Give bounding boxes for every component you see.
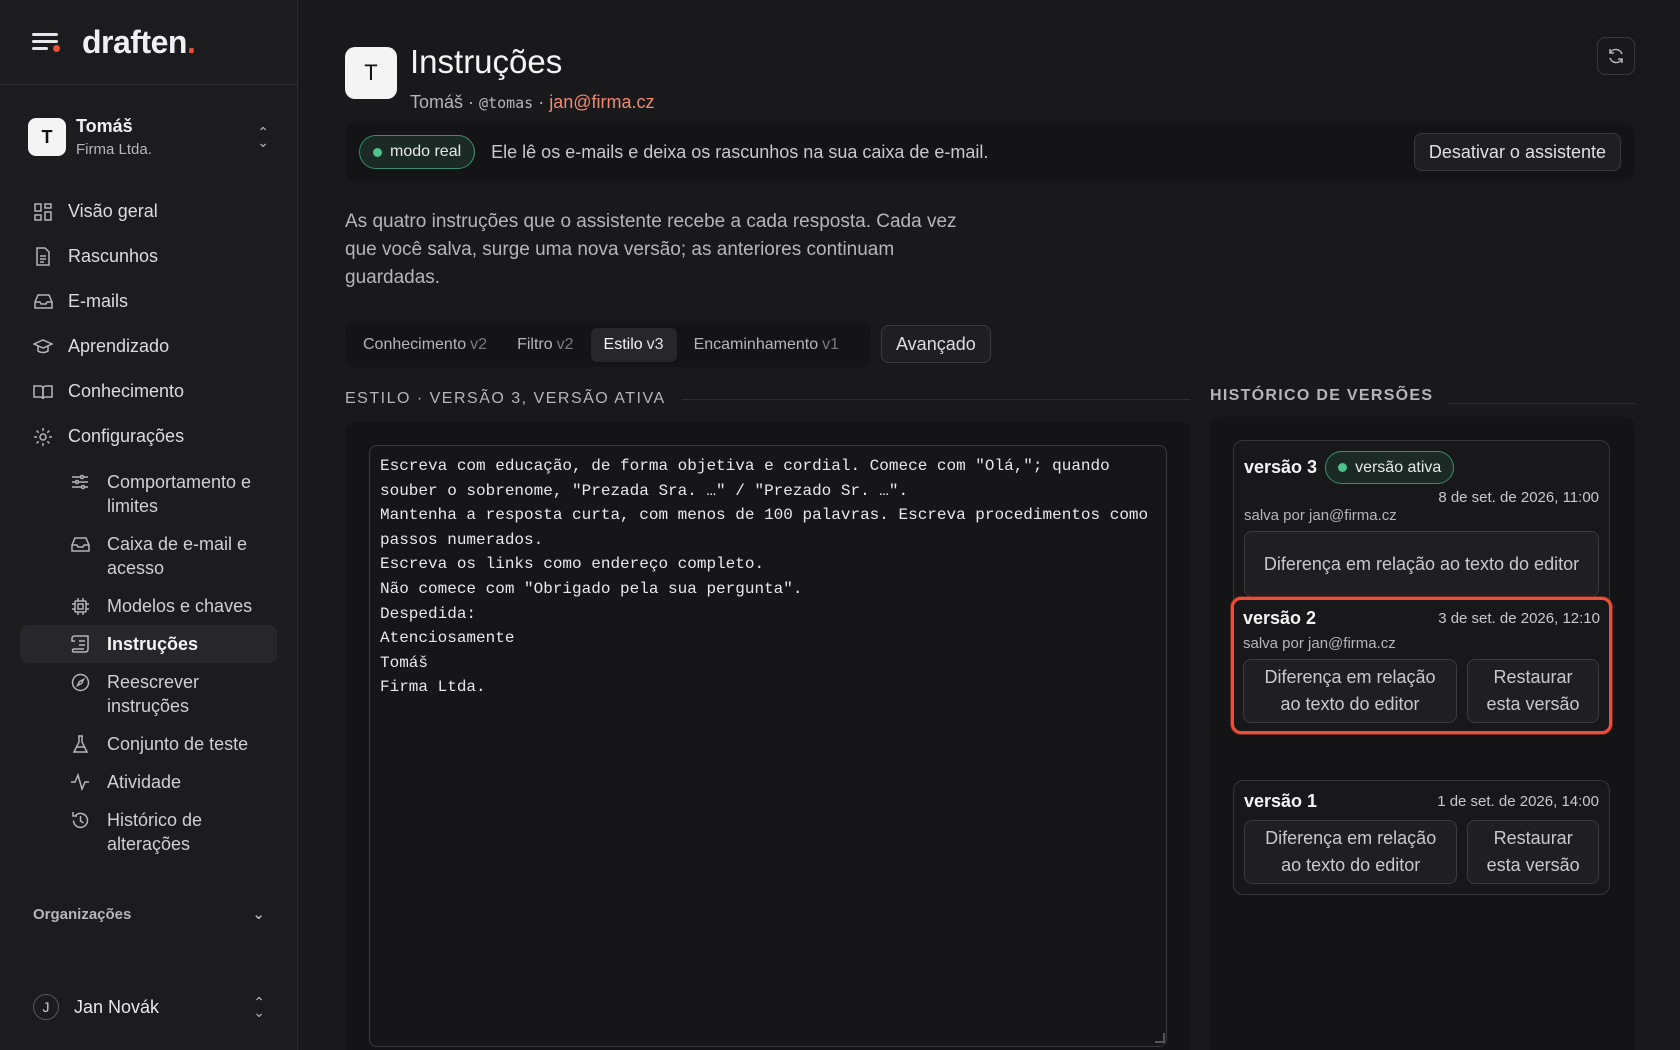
nav-item-settings[interactable]: Configurações [20,414,277,459]
instruction-tabs: Conhecimento v2 Filtro v2 Estilo v3 Encamin… [345,323,871,367]
deactivate-assistant-button[interactable]: Desativar o assistente [1413,133,1621,171]
tab-filter[interactable]: Filtro v2 [504,328,586,362]
subnav-item-mailbox[interactable]: Caixa de e-mail e acesso [20,525,277,587]
nav-item-drafts[interactable]: Rascunhos [20,234,277,279]
inbox-icon [33,292,53,312]
chevron-updown-icon: ⌃ ⌄ [253,994,265,1020]
instruction-editor[interactable]: Escreva com educação, de forma objetiva … [369,445,1167,1047]
version-title: versão 3 [1244,457,1318,477]
resize-handle[interactable] [1155,1033,1165,1043]
nav-item-learning[interactable]: Aprendizado [20,324,277,369]
nav-item-overview[interactable]: Visão geral [20,189,277,234]
grid-icon [33,202,53,222]
version-history-panel: versão 3 versão ativa 8 de set. de 2026,… [1210,417,1635,1050]
profile-avatar: T [345,47,397,99]
user-avatar: J [33,994,59,1020]
book-icon [33,382,53,402]
version-author: salva por jan@firma.cz [1243,635,1396,652]
page-title: Instruções [410,43,563,80]
history-icon [70,808,90,832]
chip-icon [70,594,90,618]
mode-description: Ele lê os e-mails e deixa os rascunhos n… [491,141,989,162]
graduation-cap-icon [33,337,53,357]
account-name: Tomáš [76,116,133,136]
tab-knowledge[interactable]: Conhecimento v2 [350,328,500,362]
mode-banner: modo real Ele lê os e-mails e deixa os r… [345,123,1635,181]
nav-item-knowledge[interactable]: Conhecimento [20,369,277,414]
main-nav: Visão geral Rascunhos E-mails Aprendizad… [0,189,297,863]
gear-icon [33,427,53,447]
diff-button[interactable]: Diferença em relação ao texto do editor [1244,820,1458,884]
user-menu[interactable]: J Jan Novák ⌃ ⌄ [33,994,265,1020]
subnav-item-instructions[interactable]: Instruções [20,625,277,663]
page-subtitle: Tomáš · @tomas · jan@firma.cz [410,92,655,112]
account-avatar: T [28,118,66,156]
version-title: versão 2 [1243,608,1317,628]
flask-icon [70,732,90,756]
inbox-icon [70,532,90,556]
refresh-icon [1609,48,1623,64]
active-version-badge: versão ativa [1325,451,1455,484]
brand-bar: draften. [0,0,297,85]
version-date: 1 de set. de 2026, 14:00 [1437,793,1599,810]
nav-item-emails[interactable]: E-mails [20,279,277,324]
version-card-1: versão 1 1 de set. de 2026, 14:00 Difere… [1233,780,1610,895]
refresh-button[interactable] [1597,37,1635,75]
sidebar: draften. T Tomáš Firma Ltda. ⌃ ⌄ Visão ge… [0,0,298,1050]
restore-version-button[interactable]: Restaurar esta versão [1467,820,1599,884]
page-header: T Instruções Tomáš · @tomas · jan@firma.… [345,44,655,113]
subnav-item-models[interactable]: Modelos e chaves [20,587,277,625]
tab-routing[interactable]: Encaminhamento v1 [681,328,852,362]
sliders-icon [70,470,90,494]
version-date: 8 de set. de 2026, 11:00 [1438,489,1599,506]
compass-icon [70,670,90,694]
account-org: Firma Ltda. [76,141,152,158]
diff-button[interactable]: Diferença em relação ao texto do editor [1243,659,1457,723]
menu-icon[interactable] [32,30,60,54]
history-section-title: HISTÓRICO DE VERSÕES [1210,387,1635,405]
organizations-toggle[interactable]: Organizações ⌄ [33,905,265,924]
live-mode-badge: modo real [359,135,476,169]
diff-button[interactable]: Diferença em relação ao texto do editor [1244,531,1599,597]
editor-panel: Escreva com educação, de forma objetiva … [345,422,1190,1050]
restore-version-button[interactable]: Restaurar esta versão [1467,659,1599,723]
intro-text: As quatro instruções que o assistente re… [345,211,957,288]
activity-icon [70,770,90,794]
logo: draften. [82,23,196,60]
advanced-button[interactable]: Avançado [881,325,991,363]
subnav-item-test-set[interactable]: Conjunto de teste [20,725,277,763]
version-title: versão 1 [1244,791,1318,811]
subnav-item-change-history[interactable]: Histórico de alterações [20,801,277,863]
version-author: salva por jan@firma.cz [1244,507,1397,524]
document-icon [33,247,53,267]
subnav-item-activity[interactable]: Atividade [20,763,277,801]
email-link[interactable]: jan@firma.cz [549,92,654,112]
version-card-2: versão 2 3 de set. de 2026, 12:10 salva … [1231,597,1612,734]
subnav-item-behavior[interactable]: Comportamento e limites [20,463,277,525]
editor-section-title: ESTILO · VERSÃO 3, VERSÃO ATIVA [345,390,1190,408]
version-card-3: versão 3 versão ativa 8 de set. de 2026,… [1233,440,1610,608]
version-date: 3 de set. de 2026, 12:10 [1438,610,1600,627]
account-switcher[interactable]: T Tomáš Firma Ltda. ⌃ ⌄ [0,85,297,189]
chevron-updown-icon: ⌃ ⌄ [257,124,269,150]
subnav-item-rewrite[interactable]: Reescrever instruções [20,663,277,725]
chevron-down-icon: ⌄ [252,906,265,923]
tab-style[interactable]: Estilo v3 [590,328,677,362]
scroll-icon [70,632,90,656]
user-name: Jan Novák [74,996,160,1017]
